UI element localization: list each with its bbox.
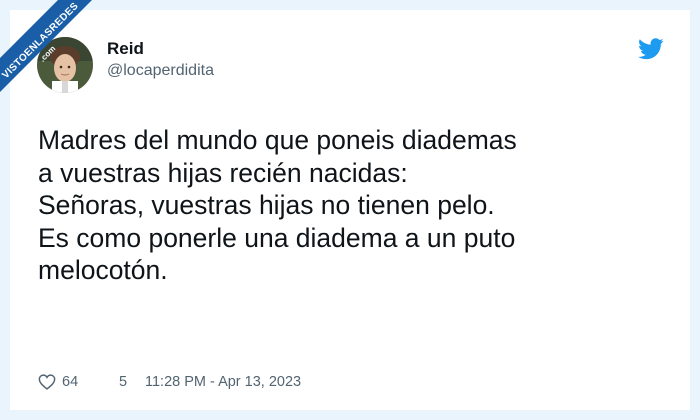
avatar[interactable]: [37, 37, 93, 93]
like-count: 64: [62, 374, 79, 390]
reply-count: 5: [119, 374, 128, 390]
tweet-line: Es como ponerle una diadema a un puto: [38, 222, 516, 253]
tweet-line: a vuestras hijas recién nacidas:: [38, 157, 408, 188]
tweet-line: Señoras, vuestras hijas no tienen pelo.: [38, 190, 495, 220]
author-handle[interactable]: @locaperdidita: [107, 62, 214, 80]
page-background: VISTOENLASREDES .com Reid @locaperdidita…: [0, 0, 700, 420]
twitter-bird-icon[interactable]: [638, 38, 664, 60]
heart-icon[interactable]: [38, 374, 56, 390]
tweet-text: Madres del mundo que poneis diademas a v…: [38, 124, 668, 287]
author-name[interactable]: Reid: [107, 39, 144, 59]
tweet-timestamp[interactable]: 11:28 PM - Apr 13, 2023: [145, 374, 301, 390]
tweet-line: melocotón.: [38, 255, 168, 285]
tweet-line: Madres del mundo que poneis diademas: [38, 125, 517, 155]
